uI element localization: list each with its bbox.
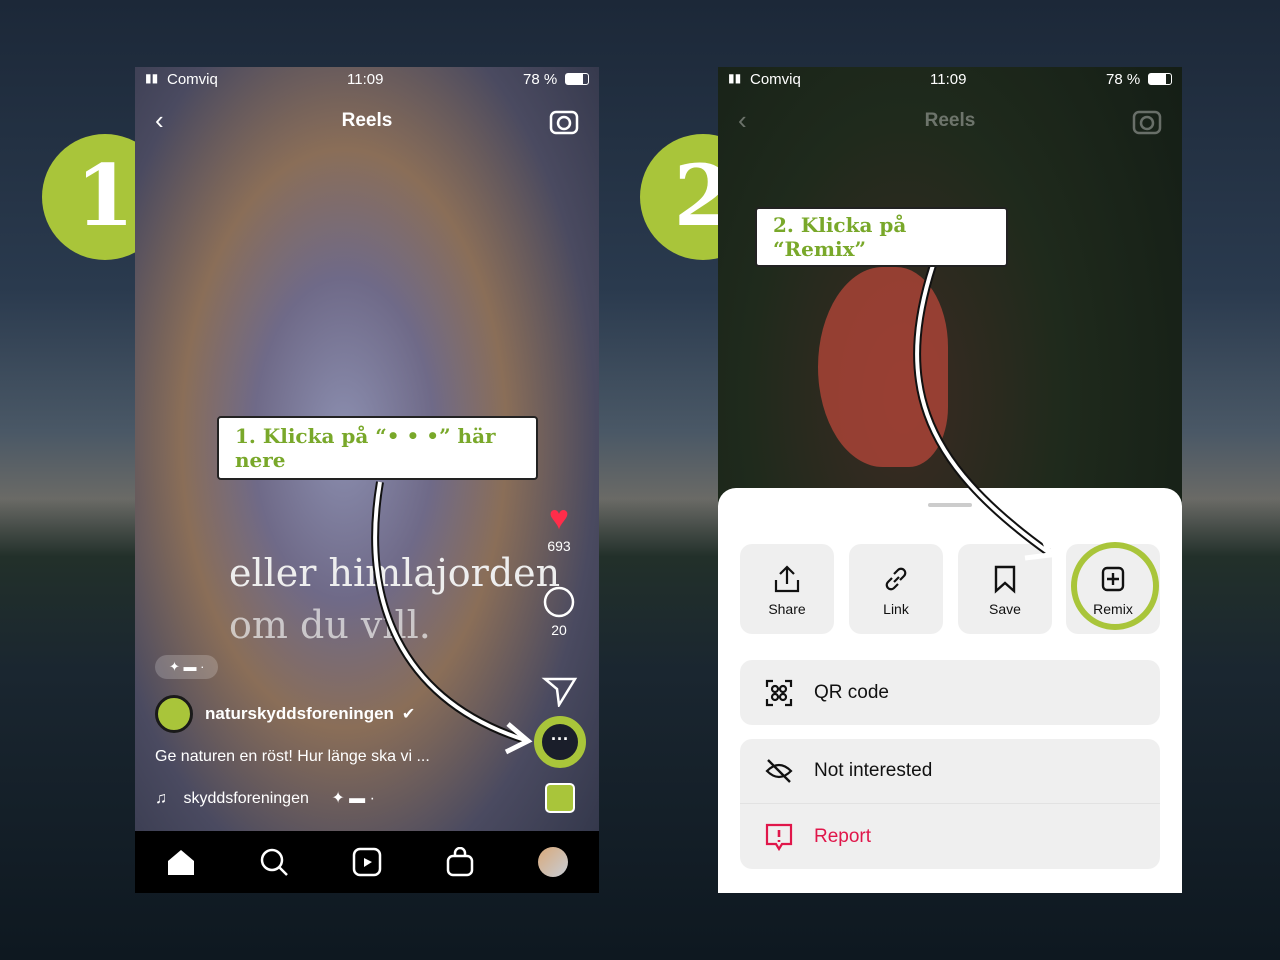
- arrow-to-remix-button: [913, 243, 1051, 556]
- instruction-callout-2: 2. Klicka på “Remix”: [755, 207, 1008, 267]
- arrow-overlay: [371, 243, 1054, 755]
- instruction-callout-1: 1. Klicka på “• • •” här nere: [217, 416, 538, 480]
